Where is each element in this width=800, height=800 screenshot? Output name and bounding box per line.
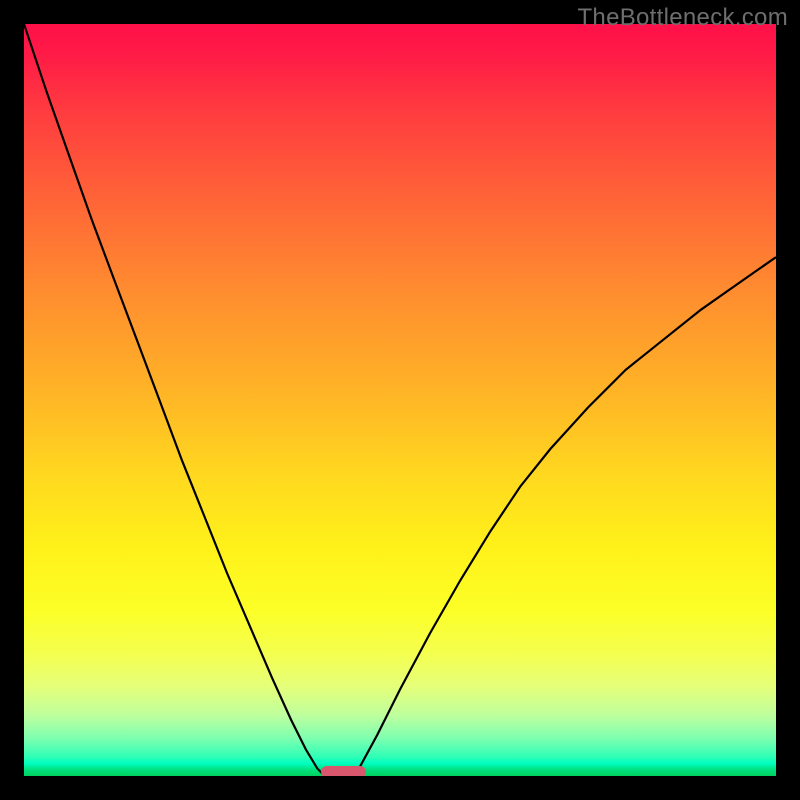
curves-layer (24, 24, 776, 776)
watermark-text: TheBottleneck.com (577, 4, 788, 32)
curve-right-branch (355, 257, 776, 776)
min-marker (321, 766, 366, 776)
plot-area (24, 24, 776, 776)
chart-frame: TheBottleneck.com (0, 0, 800, 800)
curve-left-branch (24, 24, 325, 776)
